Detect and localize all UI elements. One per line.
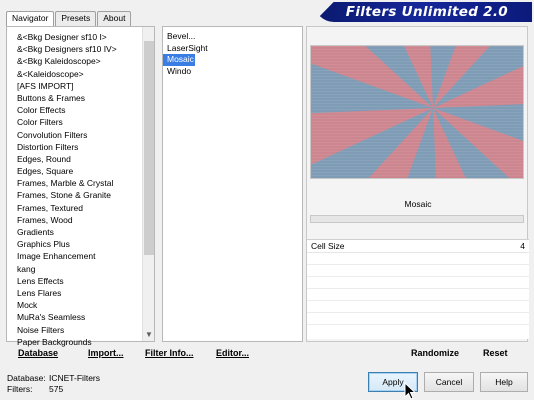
category-item[interactable]: Gradients (7, 226, 143, 238)
database-label: Database: (7, 373, 46, 383)
selected-filter-name: Mosaic (404, 199, 432, 209)
database-value: ICNET-Filters (49, 373, 100, 383)
scroll-down-arrow-icon[interactable]: ▼ (143, 329, 155, 341)
parameter-value: 4 (520, 241, 525, 251)
category-item[interactable]: Edges, Square (7, 165, 143, 177)
category-item[interactable]: Graphics Plus (7, 238, 143, 250)
filters-count: 575 (49, 384, 64, 394)
category-item[interactable]: Buttons & Frames (7, 92, 143, 104)
scroll-thumb[interactable] (144, 41, 154, 255)
filter-items: Bevel... LaserSight Mosaic Windo (163, 31, 208, 77)
category-item[interactable]: Distortion Filters (7, 141, 143, 153)
help-button[interactable]: Help (480, 372, 528, 392)
preview-image (310, 45, 524, 179)
parameter-row-empty (307, 253, 529, 265)
cancel-button[interactable]: Cancel (424, 372, 474, 392)
action-bar: Database Import... Filter Info... Editor… (6, 343, 528, 363)
category-scrollbar[interactable]: ▼ (142, 27, 154, 341)
category-list[interactable]: &<Bkg Designer sf10 I> &<Bkg Designers sf… (6, 26, 155, 347)
category-item[interactable]: Mock (7, 299, 143, 311)
parameter-row-empty (307, 313, 529, 325)
parameter-row-empty (307, 301, 529, 313)
category-item[interactable]: &<Bkg Designer sf10 I> (7, 31, 143, 43)
category-item[interactable]: MuRa's Seamless (7, 311, 143, 323)
mosaic-preview (311, 46, 523, 178)
database-button[interactable]: Database (18, 343, 58, 363)
category-item[interactable]: Frames, Textured (7, 202, 143, 214)
category-item[interactable]: Color Effects (7, 104, 143, 116)
category-item[interactable]: Color Filters (7, 116, 143, 128)
category-item[interactable]: &<Bkg Designers sf10 IV> (7, 43, 143, 55)
category-item[interactable]: Edges, Round (7, 153, 143, 165)
filter-info-button[interactable]: Filter Info... (145, 343, 194, 363)
mouse-cursor-icon (404, 382, 416, 400)
progress-bar (310, 215, 524, 223)
app-title: Filters Unlimited 2.0 (345, 4, 508, 20)
category-item[interactable]: Frames, Wood (7, 214, 143, 226)
editor-button[interactable]: Editor... (216, 343, 249, 363)
parameter-area: Cell Size 4 (307, 239, 529, 339)
filter-item[interactable]: Bevel... (163, 31, 208, 43)
tab-navigator[interactable]: Navigator (6, 11, 55, 27)
filter-item[interactable]: Mosaic (163, 54, 195, 66)
tab-presets[interactable]: Presets (55, 11, 97, 26)
category-item[interactable]: kang (7, 263, 143, 275)
category-item[interactable]: &<Kaleidoscope> (7, 68, 143, 80)
category-item[interactable]: [AFS IMPORT] (7, 80, 143, 92)
parameter-row-empty (307, 289, 529, 301)
tab-strip: Navigator Presets About (6, 11, 132, 27)
category-item[interactable]: &<Bkg Kaleidoscope> (7, 55, 143, 67)
category-items: &<Bkg Designer sf10 I> &<Bkg Designers sf… (7, 31, 143, 348)
import-button[interactable]: Import... (88, 343, 124, 363)
category-item[interactable]: Frames, Stone & Granite (7, 189, 143, 201)
filter-item[interactable]: LaserSight (163, 43, 208, 55)
parameter-row-empty (307, 265, 529, 277)
category-item[interactable]: Lens Flares (7, 287, 143, 299)
title-banner: Filters Unlimited 2.0 (314, 2, 532, 22)
preview-panel: Mosaic Cell Size 4 (306, 26, 529, 342)
parameter-row-empty (307, 277, 529, 289)
category-item[interactable]: Convolution Filters (7, 129, 143, 141)
randomize-button[interactable]: Randomize (411, 343, 459, 363)
filter-list[interactable]: Bevel... LaserSight Mosaic Windo (162, 26, 303, 342)
parameter-row[interactable]: Cell Size 4 (307, 240, 529, 253)
parameter-name: Cell Size (311, 241, 345, 251)
tab-about[interactable]: About (97, 11, 132, 26)
category-item[interactable]: Noise Filters (7, 324, 143, 336)
filter-item[interactable]: Windo (163, 66, 208, 78)
category-item[interactable]: Lens Effects (7, 275, 143, 287)
status-info: Database: ICNET-Filters Filters: 575 (7, 373, 100, 395)
filters-label: Filters: (7, 384, 33, 394)
reset-button[interactable]: Reset (483, 343, 508, 363)
category-item[interactable]: Image Enhancement (7, 250, 143, 262)
category-item[interactable]: Frames, Marble & Crystal (7, 177, 143, 189)
